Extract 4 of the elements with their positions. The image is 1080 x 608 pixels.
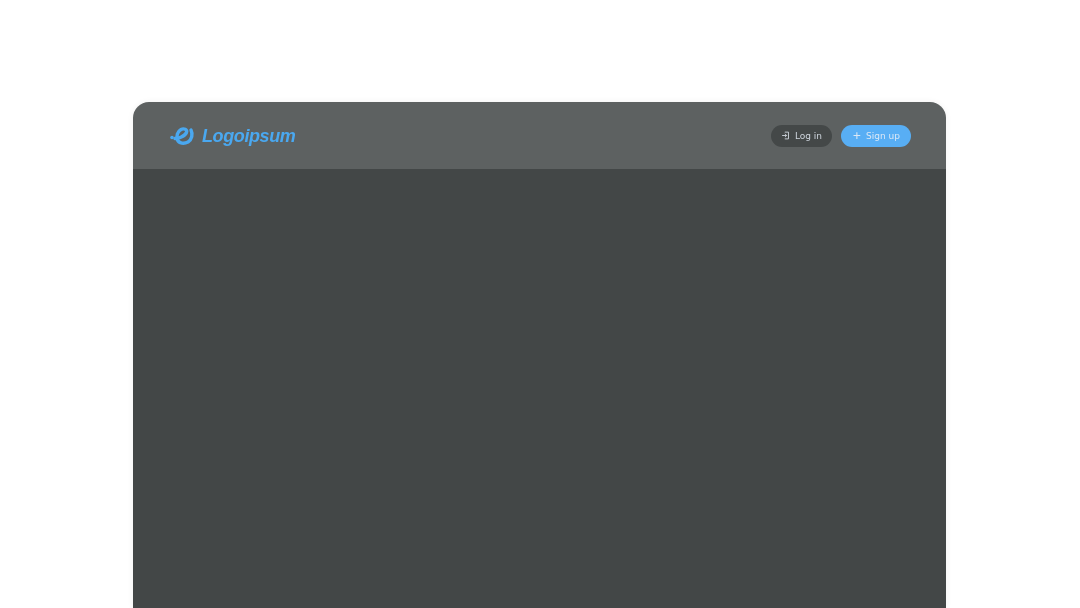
plus-icon (852, 131, 862, 140)
enter-arrow-icon (780, 131, 790, 140)
logo-wordmark: Logoipsum (202, 124, 296, 147)
login-button[interactable]: Log in (770, 124, 833, 147)
